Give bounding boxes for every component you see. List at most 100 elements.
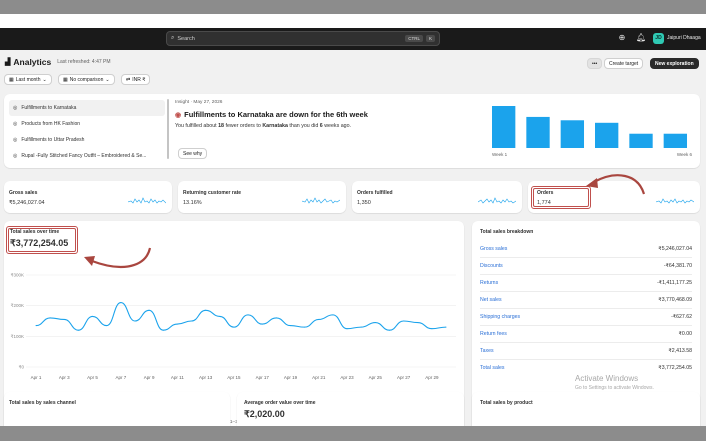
new-exploration-button[interactable]: New exploration	[650, 58, 699, 69]
card-title: Total sales by sales channel	[9, 400, 76, 406]
insight-item[interactable]: ◎ Fulfillments to Karnataka	[9, 100, 165, 116]
shortcut-key-ctrl: CTRL	[405, 35, 423, 42]
avatar[interactable]: JD	[653, 33, 664, 44]
target-icon: ◎	[13, 137, 18, 143]
metric-title: Orders	[537, 190, 554, 196]
metric-value: 13.16%	[183, 200, 202, 206]
currency-filter[interactable]: ⇄ INR ₹	[121, 74, 151, 85]
insight-item[interactable]: ◎ Rupal -Fully Stitched Fancy Outfit – E…	[9, 148, 165, 164]
store-name[interactable]: Jaipuri Dhaaga	[667, 35, 701, 41]
data-point	[403, 320, 405, 322]
insight-headline: ◉ Fulfillments to Karnataka are down for…	[175, 110, 368, 119]
more-actions-button[interactable]: •••	[587, 58, 603, 69]
chevron-down-icon: ⌄	[42, 76, 47, 83]
shortcut-key-k: K	[425, 35, 435, 42]
warning-icon: ◉	[175, 111, 182, 119]
calendar-icon: ▦	[9, 76, 14, 83]
x-tick-label: Apr 29	[425, 375, 439, 380]
x-tick-label: Apr 19	[284, 375, 298, 380]
data-point	[120, 302, 122, 304]
data-point	[374, 322, 376, 324]
insight-body: You fulfilled about 18 fewer orders to K…	[175, 123, 352, 129]
breakdown-link[interactable]: Total sales	[480, 365, 505, 371]
breakdown-link[interactable]: Discounts	[480, 263, 503, 269]
card-title: Total sales by product	[480, 400, 533, 406]
sparkline	[302, 197, 340, 204]
data-point	[148, 309, 150, 311]
x-tick-label: Apr 11	[171, 375, 184, 380]
metric-value: 1,774	[537, 200, 551, 206]
metric-card-gross-sales[interactable]: Gross sales ₹5,246,027.04	[4, 181, 172, 213]
analytics-icon: ▟	[5, 59, 11, 66]
breakdown-link[interactable]: Shipping charges	[480, 314, 520, 320]
breakdown-row: Shipping charges -₹627.62	[480, 308, 692, 325]
series-line	[35, 302, 447, 331]
top-white-band	[0, 14, 706, 28]
insight-item[interactable]: ◎ Fulfillments to Uttar Pradesh	[9, 132, 165, 148]
breakdown-row: Returns -₹1,411,177.25	[480, 274, 692, 291]
top-gray-band	[0, 0, 706, 14]
metric-value: 1,350	[357, 200, 371, 206]
x-tick-label: Apr 21	[312, 375, 326, 380]
x-tick-label: Apr 15	[227, 375, 241, 380]
breakdown-link[interactable]: Gross sales	[480, 246, 507, 252]
metric-title: Orders fulfilled	[357, 190, 393, 196]
annotation-arrow	[586, 174, 646, 195]
breakdown-row: Gross sales ₹5,246,027.04	[480, 245, 692, 252]
sparkline	[128, 197, 166, 204]
insight-date: Insight · May 27, 2026	[175, 100, 223, 105]
comparison-filter[interactable]: ▦ No comparison ⌄	[58, 74, 115, 85]
data-point	[92, 315, 94, 317]
metric-card-returning-customer-rate[interactable]: Returning customer rate 13.16%	[178, 181, 346, 213]
data-point	[176, 323, 178, 325]
data-point	[63, 318, 65, 320]
target-icon: ◎	[13, 153, 18, 159]
data-point	[346, 328, 348, 330]
page-title: ▟ Analytics Last refreshed: 4:47 PM	[5, 57, 111, 67]
search-icon: ⌕	[171, 35, 175, 41]
breakdown-link[interactable]: Net sales	[480, 297, 502, 303]
x-tick-label: Apr 17	[256, 375, 270, 380]
sidekick-icon[interactable]: ⊕	[617, 33, 627, 43]
target-icon: ◎	[13, 105, 18, 111]
x-tick-label: Apr 27	[397, 375, 411, 380]
insight-bar-chart: Week 1 Week 6	[492, 106, 693, 157]
metric-title: Returning customer rate	[183, 190, 242, 196]
see-why-button[interactable]: See why	[178, 148, 208, 159]
data-point	[417, 322, 419, 324]
breakdown-row: Discounts -₹64,381.70	[480, 257, 692, 274]
sparkline	[478, 197, 516, 204]
currency-icon: ⇄	[126, 76, 131, 83]
y-tick-label: ₹300K	[11, 273, 24, 278]
metric-title: Gross sales	[9, 190, 38, 196]
metric-card-orders-fulfilled[interactable]: Orders fulfilled 1,350	[352, 181, 522, 213]
last-refreshed: Last refreshed: 4:47 PM	[57, 59, 111, 65]
data-point	[304, 326, 306, 328]
create-target-button[interactable]: Create target	[604, 58, 644, 69]
x-tick-label: Apr 13	[199, 375, 213, 380]
data-point	[106, 325, 108, 327]
breakdown-link[interactable]: Taxes	[480, 348, 494, 354]
insight-item[interactable]: ◎ Products from HK Fashion	[9, 116, 165, 132]
search-input[interactable]: ⌕ Search CTRL K	[166, 31, 440, 46]
notification-bell-icon[interactable]: 🔔︎	[636, 33, 646, 43]
x-tick-label: Apr 25	[369, 375, 383, 380]
bar-axis-label: Week 6	[677, 152, 693, 157]
data-point	[191, 320, 193, 322]
date-range-filter[interactable]: ▦ Last month ⌄	[4, 74, 52, 85]
breakdown-link[interactable]: Returns	[480, 280, 498, 286]
data-point	[233, 326, 235, 328]
x-tick-label: Apr 5	[87, 375, 98, 380]
breakdown-title: Total sales breakdown	[480, 229, 534, 235]
aov-value: ₹2,020.00	[244, 409, 285, 419]
bottom-gray-band	[0, 426, 706, 441]
sparkline	[656, 198, 694, 204]
scrollbar[interactable]	[167, 99, 169, 159]
bar-axis-label: Week 1	[492, 152, 508, 157]
sales-by-channel-card: Total sales by sales channel	[4, 392, 230, 426]
data-point	[261, 323, 263, 325]
calendar-icon: ▦	[63, 76, 68, 83]
y-tick-label: ₹200K	[11, 303, 24, 308]
breakdown-link[interactable]: Return fees	[480, 331, 507, 337]
y-tick-label: ₹0	[19, 365, 25, 370]
